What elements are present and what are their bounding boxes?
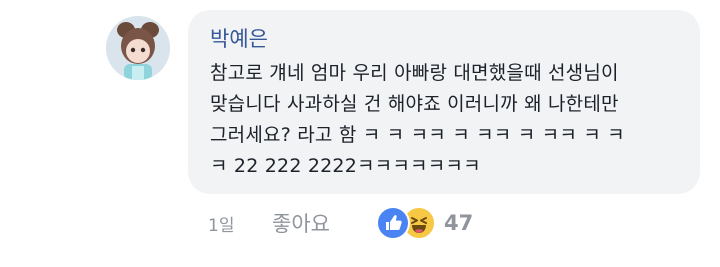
like-icon: [375, 206, 410, 240]
reaction-count[interactable]: 47: [444, 211, 473, 235]
comment-bubble: 박예은 참고로 걔네 엄마 우리 아빠랑 대면했을때 선생님이 맞습니다 사과하…: [188, 10, 700, 194]
comment-timestamp[interactable]: 1일: [208, 211, 254, 236]
reactions-summary[interactable]: 47: [375, 206, 473, 240]
comment-text-line: 참고로 걔네 엄마 우리 아빠랑 대면했을때 선생님이: [210, 62, 619, 84]
comment-footer: 1일 좋아요 47: [208, 205, 473, 241]
comment-author[interactable]: 박예은: [210, 24, 678, 54]
avatar[interactable]: [106, 16, 170, 80]
comment-text-line: 맞습니다 사과하실 건 해야죠 이러니까 왜 나한테만: [210, 93, 619, 115]
comment-text-line: 그러세요? 라고 함 ㅋ ㅋ ㅋㅋ ㅋ ㅋㅋ ㅋ ㅋㅋ ㅋ ㅋ: [210, 124, 625, 146]
avatar-image: [106, 16, 170, 80]
comment-text-line: ㅋ 22 222 2222ㅋㅋㅋㅋㅋㅋㅋ: [210, 155, 481, 177]
like-button[interactable]: 좋아요: [272, 208, 330, 238]
